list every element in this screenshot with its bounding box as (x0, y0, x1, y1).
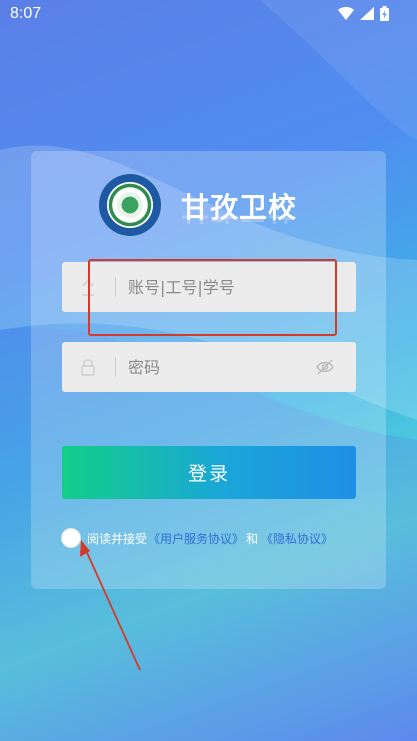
school-logo (99, 174, 161, 236)
status-bar: 8:07 (0, 0, 417, 28)
agreement-radio[interactable] (61, 528, 81, 548)
eye-hidden-icon[interactable] (316, 359, 334, 375)
school-name-reflection: 甘孜卫校 (181, 215, 297, 231)
password-input[interactable] (128, 342, 328, 392)
battery-icon (380, 6, 389, 21)
status-icons (338, 6, 389, 21)
agreement-row: 阅读并接受 《用户服务协议》 和 《隐私协议》 (61, 527, 333, 549)
login-button[interactable]: 登录 (62, 446, 356, 499)
user-agreement-link[interactable]: 《用户服务协议》 (148, 530, 244, 547)
lock-icon (81, 359, 95, 376)
annotation-highlight-box (88, 259, 337, 336)
status-time: 8:07 (10, 5, 42, 22)
school-emblem-center (117, 192, 143, 218)
wifi-icon (338, 7, 354, 20)
signal-icon (360, 7, 374, 20)
password-field[interactable] (62, 342, 356, 392)
field-divider (115, 357, 116, 377)
agreement-and: 和 (246, 531, 259, 546)
privacy-policy-link[interactable]: 《隐私协议》 (261, 530, 333, 547)
agreement-prefix: 阅读并接受 (87, 531, 148, 546)
